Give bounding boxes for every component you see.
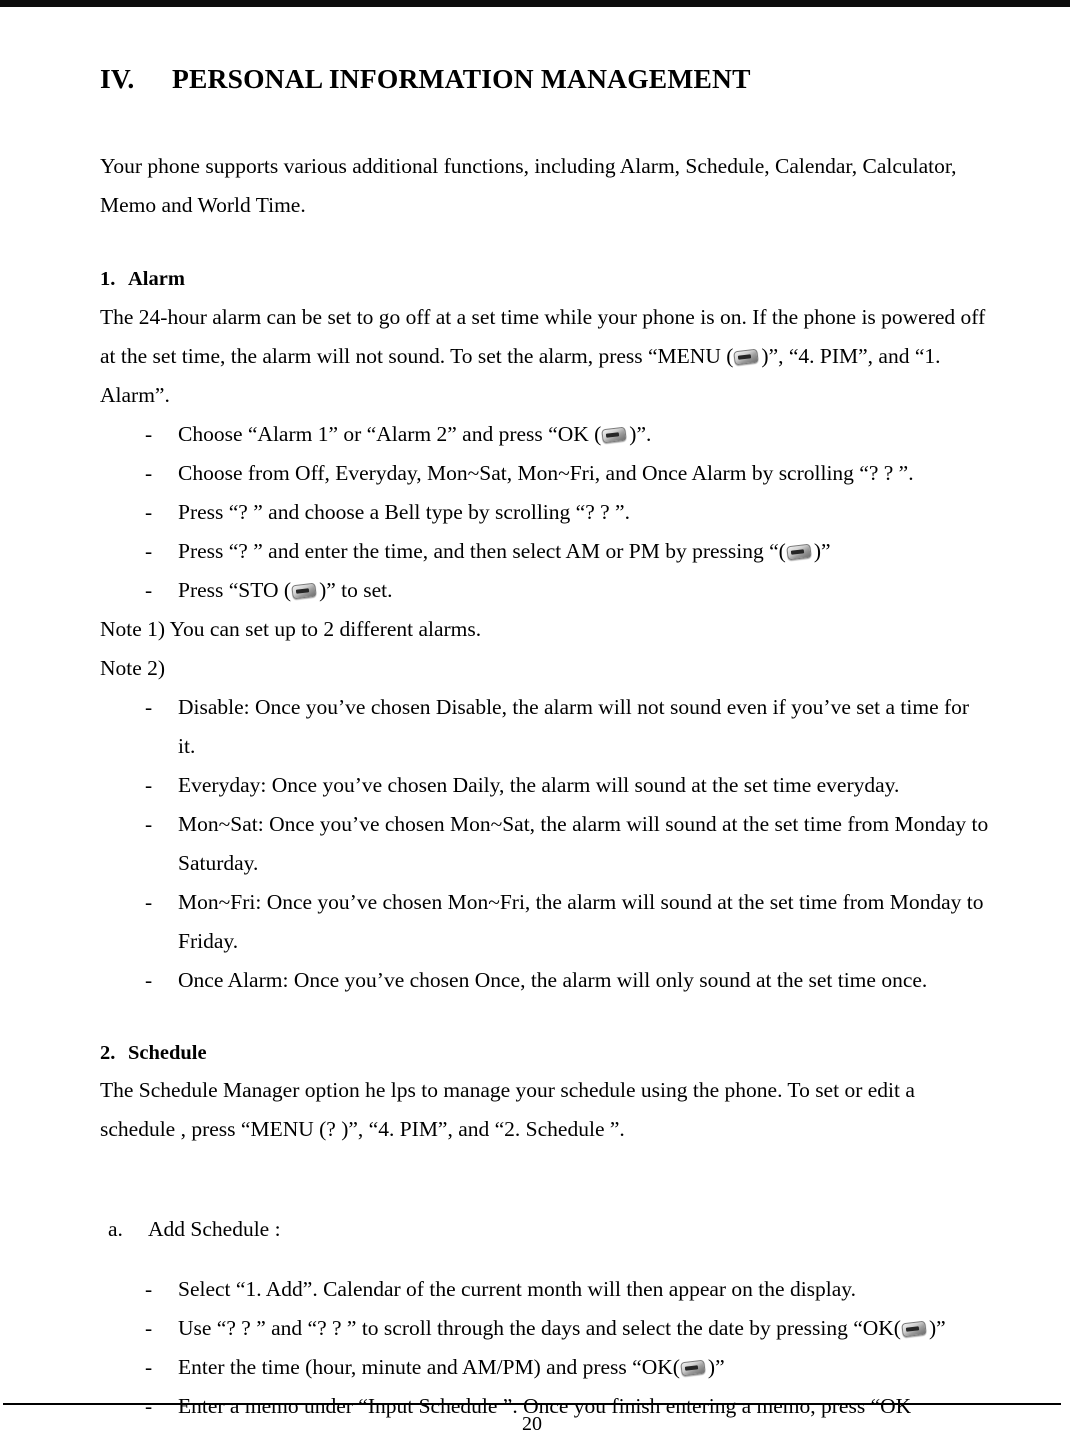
- chapter-title: PERSONAL INFORMATION MANAGEMENT: [172, 63, 751, 94]
- menu-key-icon: [733, 348, 760, 366]
- step-text: Choose from Off, Everyday, Mon~Sat, Mon~…: [178, 460, 914, 485]
- step-text-after: )”: [928, 1316, 946, 1341]
- section-title: Alarm: [128, 268, 185, 290]
- list-item: - Once Alarm: Once you’ve chosen Once, th…: [100, 961, 990, 1000]
- bullet-dash: -: [145, 1355, 153, 1380]
- alarm-intro-paragraph: The 24-hour alarm can be set to go off a…: [100, 298, 990, 415]
- chapter-numeral: IV.: [100, 63, 135, 94]
- note-2-list: - Disable: Once you’ve chosen Disable, th…: [100, 688, 990, 1000]
- list-item: - Press “STO ( )” to set.: [100, 571, 990, 610]
- list-item: - Disable: Once you’ve chosen Disable, th…: [100, 688, 990, 766]
- bullet-dash: -: [145, 460, 153, 485]
- step-text-before: Press “? ” and enter the time, and then …: [178, 538, 786, 563]
- section-heading-alarm: 1. Alarm: [100, 265, 990, 295]
- bullet-dash: -: [145, 577, 153, 602]
- list-item: - Press “? ” and choose a Bell type by sc…: [100, 493, 990, 532]
- step-text-after: )”.: [629, 421, 652, 446]
- section-numeral: 2.: [100, 1041, 116, 1064]
- step-text-after: )”: [707, 1355, 725, 1380]
- bullet-dash: -: [145, 538, 153, 563]
- bullet-dash: -: [145, 1277, 153, 1302]
- ok-key-icon: [680, 1360, 707, 1377]
- step-text: Select “1. Add”. Calendar of the current…: [178, 1277, 857, 1302]
- page-footer: 20: [3, 1403, 1061, 1439]
- note-item-text: Everyday: Once you’ve chosen Daily, the …: [178, 772, 900, 797]
- note-item-text: Once Alarm: Once you’ve chosen Once, the…: [178, 967, 928, 992]
- section-title: Schedule: [128, 1041, 207, 1064]
- list-item: - Mon~Sat: Once you’ve chosen Mon~Sat, th…: [100, 805, 990, 883]
- list-item: - Enter the time (hour, minute and AM/PM)…: [100, 1348, 990, 1387]
- bullet-dash: -: [145, 1316, 153, 1341]
- step-text-before: Enter the time (hour, minute and AM/PM) …: [178, 1355, 680, 1380]
- note-2-label: Note 2): [100, 655, 166, 680]
- bullet-dash: -: [145, 499, 153, 524]
- step-text-after: )”: [813, 538, 831, 563]
- bullet-dash: -: [145, 811, 153, 836]
- list-item: - Choose from Off, Everyday, Mon~Sat, Mon…: [100, 454, 990, 493]
- list-item: - Everyday: Once you’ve chosen Daily, the…: [100, 766, 990, 805]
- manual-page: IV. PERSONAL INFORMATION MANAGEMENT Your …: [0, 0, 1070, 1439]
- list-item: - Choose “Alarm 1” or “Alarm 2” and press…: [100, 415, 990, 454]
- bullet-dash: -: [145, 694, 153, 719]
- step-text: Press “? ” and choose a Bell type by scr…: [178, 499, 630, 524]
- bullet-dash: -: [145, 772, 153, 797]
- step-text-before: Press “STO (: [178, 577, 292, 602]
- ok-key-icon: [601, 426, 628, 444]
- step-text-before: Choose “Alarm 1” or “Alarm 2” and press …: [178, 421, 602, 446]
- page-title: IV. PERSONAL INFORMATION MANAGEMENT: [100, 62, 990, 95]
- list-item: - Select “1. Add”. Calendar of the curren…: [100, 1270, 990, 1309]
- sto-key-icon: [291, 582, 318, 600]
- page-content: IV. PERSONAL INFORMATION MANAGEMENT Your …: [100, 62, 990, 1426]
- alarm-steps-list: - Choose “Alarm 1” or “Alarm 2” and press…: [100, 415, 990, 610]
- list-item: - Press “? ” and enter the time, and then…: [100, 532, 990, 571]
- bullet-dash: -: [145, 889, 153, 914]
- bullet-dash: -: [145, 967, 153, 992]
- list-item: - Use “? ? ” and “? ? ” to scroll through…: [100, 1309, 990, 1348]
- subsection-title-text: Add Schedule :: [148, 1216, 281, 1241]
- step-text-before: Use “? ? ” and “? ? ” to scroll through …: [178, 1316, 901, 1341]
- note-item-text: Mon~Fri: Once you’ve chosen Mon~Fri, the…: [178, 889, 984, 953]
- note-item-text: Disable: Once you’ve chosen Disable, the…: [178, 694, 970, 758]
- subsection-spacer: [100, 1149, 990, 1188]
- section-heading-schedule: 2. Schedule: [100, 1039, 990, 1069]
- subsection-add-schedule-title: a. Add Schedule :: [100, 1210, 990, 1249]
- list-item: - Mon~Fri: Once you’ve chosen Mon~Fri, th…: [100, 883, 990, 961]
- page-number: 20: [522, 1413, 542, 1435]
- step-text-after: )” to set.: [319, 577, 393, 602]
- schedule-intro-paragraph: The Schedule Manager option he lps to ma…: [100, 1078, 915, 1142]
- intro-paragraph: Your phone supports various additional f…: [100, 154, 957, 217]
- ok-key-icon: [901, 1321, 928, 1338]
- bullet-dash: -: [145, 421, 153, 446]
- subsection-marker: a.: [108, 1216, 123, 1241]
- section-numeral: 1.: [100, 268, 116, 290]
- note-item-text: Mon~Sat: Once you’ve chosen Mon~Sat, the…: [178, 811, 989, 875]
- note-1: Note 1) You can set up to 2 different al…: [100, 616, 482, 641]
- ampm-key-icon: [786, 543, 813, 561]
